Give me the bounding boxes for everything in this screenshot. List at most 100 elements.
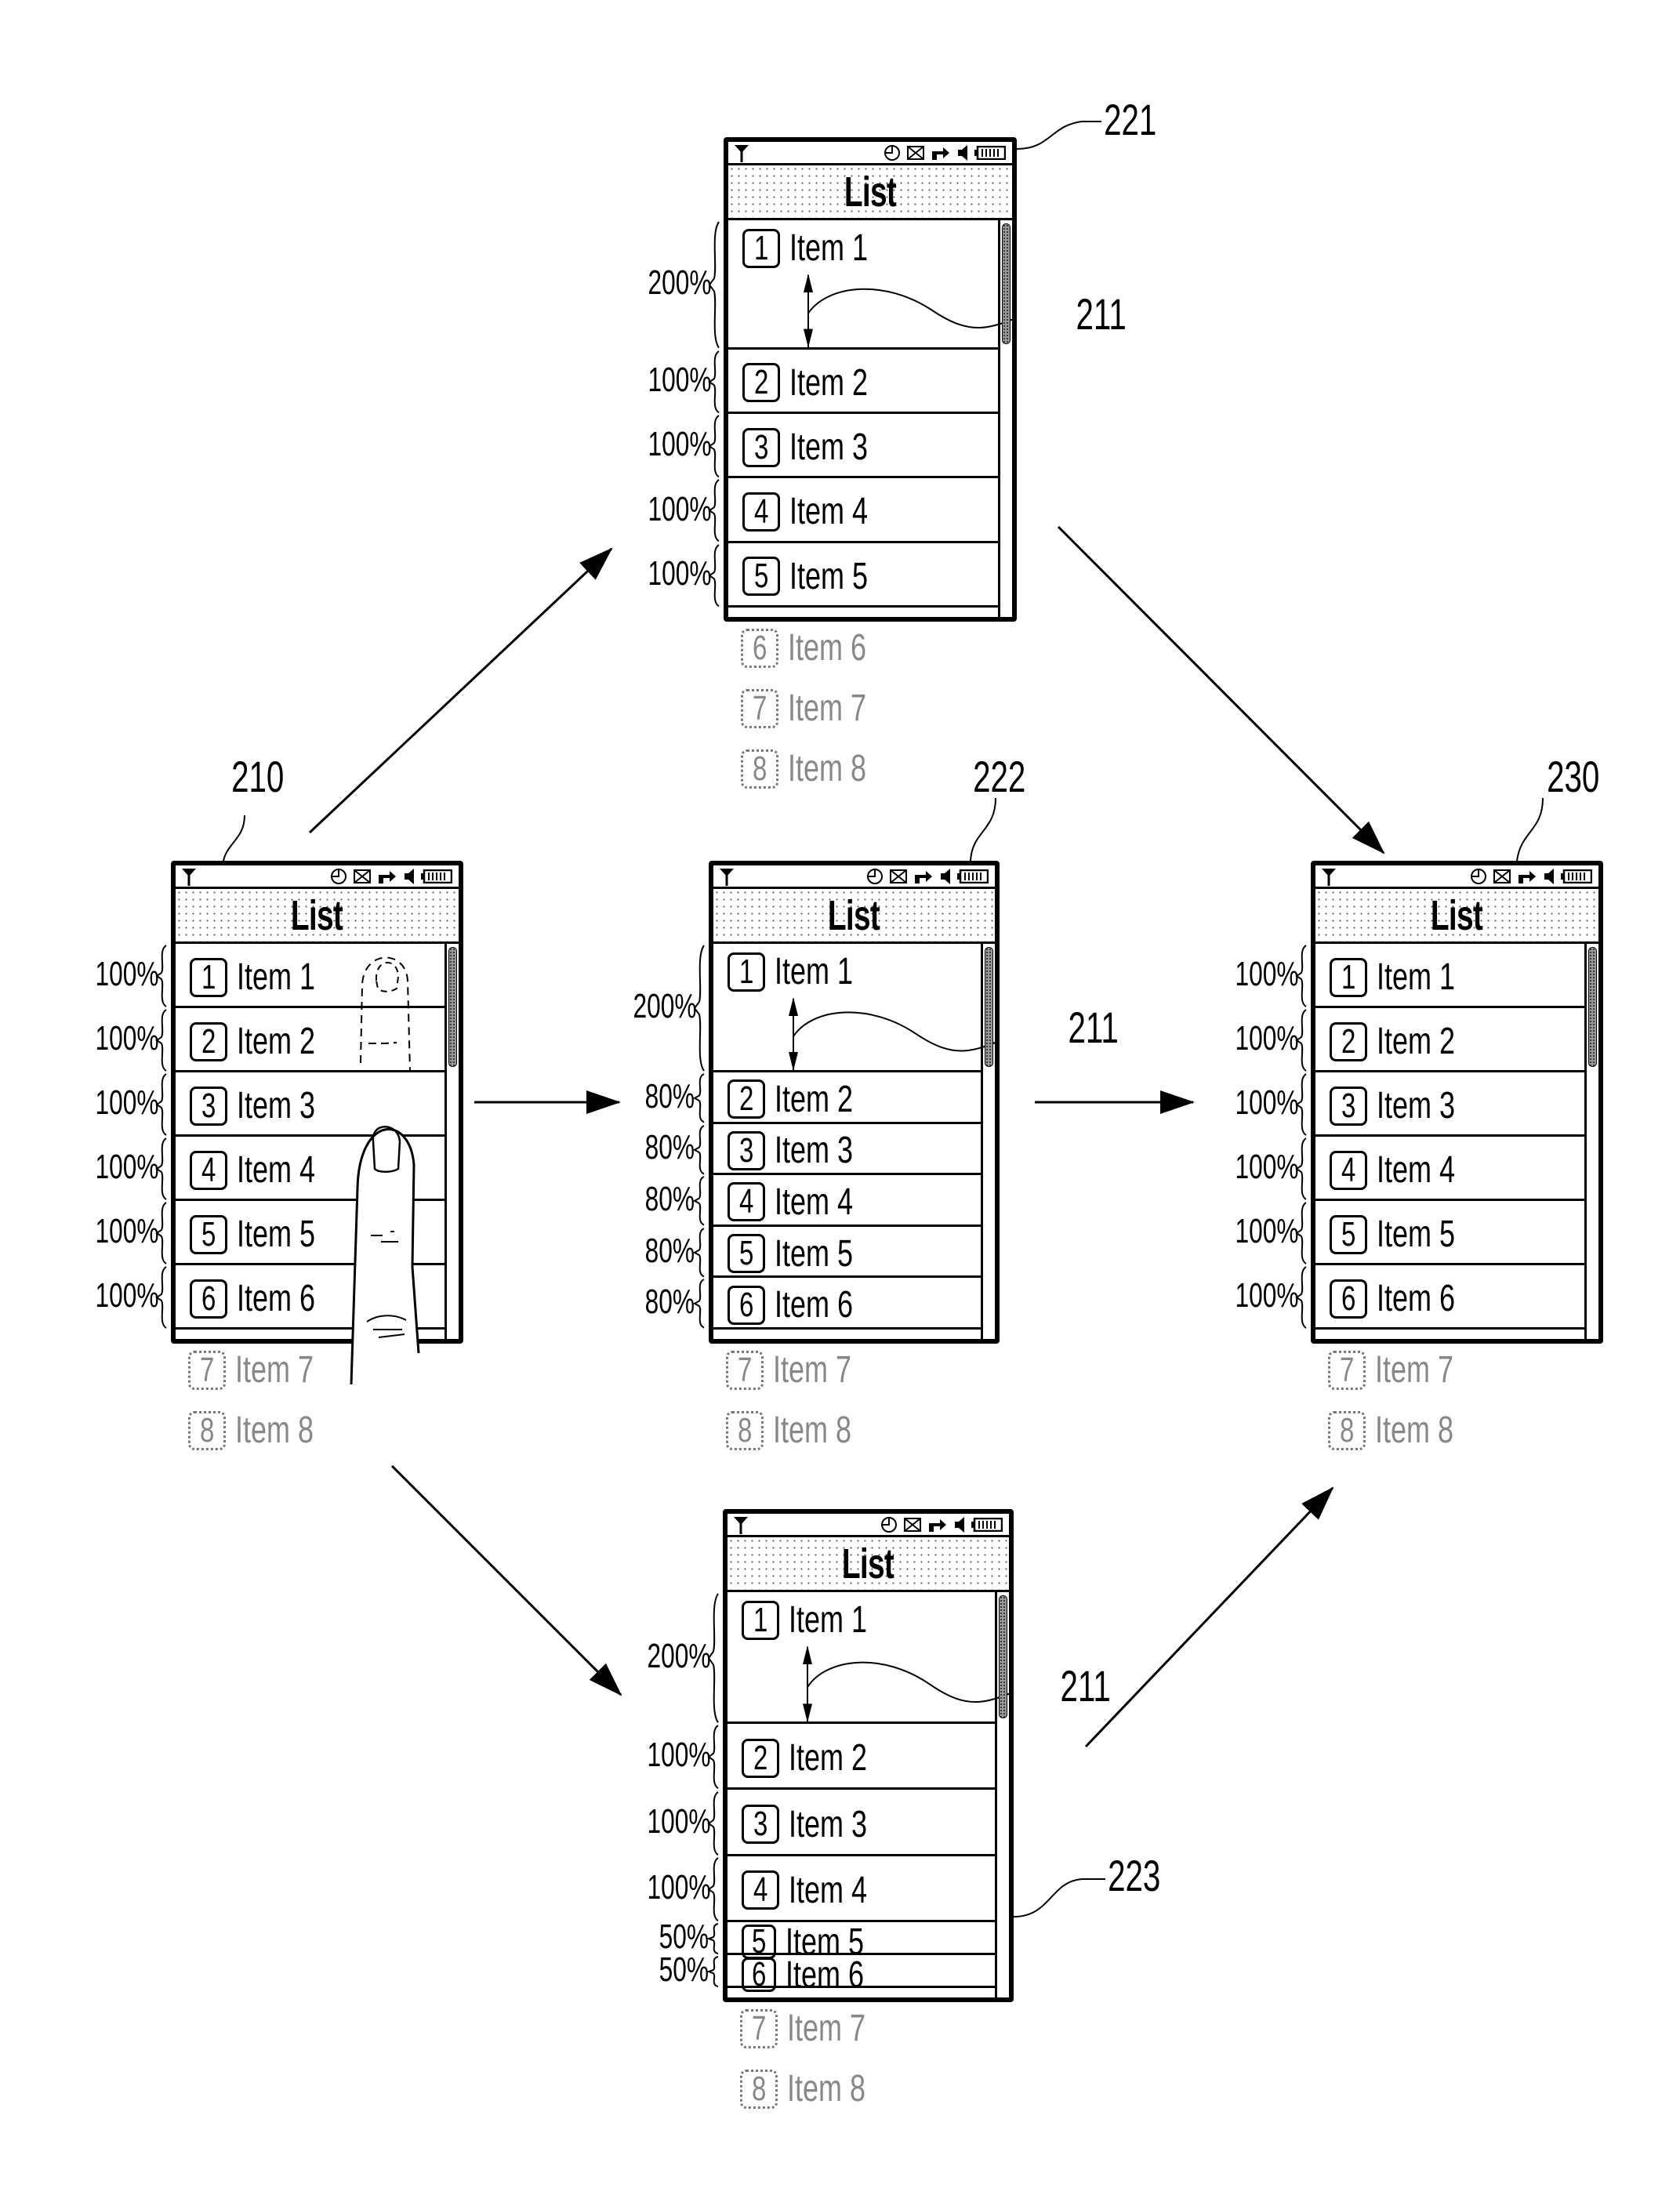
row-height-value: 100% bbox=[647, 1736, 711, 1775]
row-height-value: 100% bbox=[1235, 1276, 1299, 1315]
height-brace bbox=[708, 350, 720, 413]
list-item[interactable]: 4 Item 4 bbox=[1330, 1148, 1481, 1192]
height-brace bbox=[1295, 945, 1307, 1007]
list-item[interactable]: 3 Item 3 bbox=[742, 426, 894, 469]
clock-icon bbox=[866, 868, 884, 890]
list-item[interactable]: 3 Item 3 bbox=[190, 1084, 341, 1127]
list-item[interactable]: 3 Item 3 bbox=[1330, 1084, 1481, 1127]
list-area[interactable]: 1 Item 1 2 Item 2 3 Item 3 4 Item 4 5 Item 5 6 Item… bbox=[1315, 944, 1598, 1339]
item-label-text: Item 4 bbox=[775, 1181, 854, 1223]
list-row[interactable]: 6 Item 6 bbox=[1315, 1265, 1584, 1330]
item-number-badge: 7 bbox=[1328, 1350, 1366, 1390]
list-item[interactable]: 6 Item 6 bbox=[1330, 1277, 1481, 1320]
item-label-text: Item 3 bbox=[789, 426, 869, 469]
list-item[interactable]: 4 Item 4 bbox=[742, 490, 894, 533]
item-number-badge: 5 bbox=[1330, 1214, 1367, 1254]
list-row[interactable]: 2 Item 2 bbox=[713, 1072, 981, 1124]
list-row[interactable]: 1 Item 1 bbox=[1315, 944, 1584, 1008]
list-title: List bbox=[291, 891, 343, 939]
list-item[interactable]: 6 Item 6 bbox=[728, 1283, 879, 1326]
list-row[interactable]: 5 Item 5 bbox=[713, 1227, 981, 1279]
item-label: Item 1 bbox=[1377, 956, 1481, 999]
list-row[interactable]: 2 Item 2 bbox=[728, 1724, 995, 1790]
list-item[interactable]: 3 Item 3 bbox=[728, 1129, 879, 1172]
item-number-badge: 2 bbox=[742, 363, 780, 403]
list-row[interactable]: 6 Item 6 bbox=[713, 1278, 981, 1330]
list-item[interactable]: 2 Item 2 bbox=[742, 1736, 893, 1780]
list-item[interactable]: 1 Item 1 bbox=[190, 956, 341, 999]
list-row[interactable]: 6 Item 6 bbox=[728, 1954, 995, 1996]
list-item[interactable]: 1 Item 1 bbox=[1330, 956, 1481, 999]
list-row[interactable]: 3 Item 3 bbox=[713, 1124, 981, 1176]
row-height-value: 100% bbox=[648, 489, 712, 528]
list-item[interactable]: 3 Item 3 bbox=[742, 1803, 893, 1846]
scrollbar-thumb[interactable] bbox=[985, 947, 993, 1068]
list-item[interactable]: 4 Item 4 bbox=[742, 1869, 893, 1912]
list-item[interactable]: 5 Item 5 bbox=[1330, 1213, 1481, 1256]
scrollbar-thumb[interactable] bbox=[448, 947, 457, 1068]
list-row[interactable]: 5 Item 5 bbox=[728, 1921, 995, 1963]
item-number-badge: 2 bbox=[742, 1738, 779, 1778]
height-brace bbox=[707, 1922, 719, 1954]
item-label: Item 7 bbox=[235, 1348, 339, 1391]
item-number-badge: 8 bbox=[740, 2069, 778, 2109]
item-label: Item 5 bbox=[1377, 1213, 1481, 1256]
row-height-value: 100% bbox=[95, 1083, 159, 1122]
list-item[interactable]: 5 Item 5 bbox=[728, 1232, 879, 1275]
scrollbar[interactable] bbox=[995, 1592, 1009, 1997]
status-icons bbox=[866, 868, 989, 890]
scrollbar[interactable] bbox=[981, 944, 995, 1339]
list-row[interactable]: 4 Item 4 bbox=[1315, 1137, 1584, 1201]
list-title-bar: List bbox=[1315, 889, 1598, 944]
list-item[interactable]: 5 Item 5 bbox=[190, 1213, 341, 1256]
item-number-badge: 5 bbox=[190, 1214, 227, 1254]
scrollbar[interactable] bbox=[998, 220, 1012, 617]
scrollbar[interactable] bbox=[1584, 944, 1598, 1339]
list-row[interactable]: 3 Item 3 bbox=[728, 1790, 995, 1856]
list-item[interactable]: 6 Item 6 bbox=[190, 1277, 341, 1320]
scrollbar-thumb[interactable] bbox=[1002, 223, 1011, 344]
item-label-text: Item 3 bbox=[1377, 1085, 1456, 1127]
scrollbar-thumb[interactable] bbox=[1588, 947, 1597, 1068]
list-row[interactable]: 3 Item 3 bbox=[728, 414, 998, 479]
list-row[interactable]: 3 Item 3 bbox=[1315, 1072, 1584, 1137]
list-item[interactable]: 2 Item 2 bbox=[728, 1078, 879, 1121]
item-number-badge: 5 bbox=[728, 1234, 765, 1274]
list-area[interactable]: 1 Item 1 2 Item 2 3 Item 3 4 Item 4 5 Item 5 6 Ite… bbox=[728, 1592, 1009, 1997]
scrollbar-thumb[interactable] bbox=[999, 1595, 1007, 1719]
list-item[interactable]: 5 Item 5 bbox=[742, 555, 894, 598]
list-area[interactable]: 1 Item 1 2 Item 2 3 Item 3 4 Item 4 5 Item 5 bbox=[728, 220, 1012, 617]
list-row[interactable]: 2 Item 2 bbox=[1315, 1008, 1584, 1072]
scrollbar[interactable] bbox=[444, 944, 459, 1339]
status-icons bbox=[884, 144, 1007, 166]
list-row[interactable]: 2 Item 2 bbox=[728, 350, 998, 414]
list-area[interactable]: 1 Item 1 2 Item 2 3 Item 3 4 Item 4 5 Item 5 6 Ite… bbox=[713, 944, 995, 1339]
row-height-label: 100% bbox=[623, 489, 712, 529]
list-item[interactable]: 4 Item 4 bbox=[190, 1148, 341, 1192]
list-row[interactable]: 4 Item 4 bbox=[728, 478, 998, 543]
item-number: 5 bbox=[1341, 1214, 1356, 1254]
forward-icon bbox=[1517, 869, 1537, 889]
item-label: Item 6 bbox=[1377, 1277, 1481, 1320]
antenna-icon bbox=[732, 1515, 749, 1539]
item-label: Item 2 bbox=[789, 1736, 893, 1780]
list-row[interactable]: 4 Item 4 bbox=[713, 1175, 981, 1227]
arrow-210-to-221 bbox=[308, 547, 613, 834]
row-height-label: 100% bbox=[1210, 1083, 1299, 1123]
item-number-badge: 3 bbox=[742, 1805, 779, 1845]
height-brace bbox=[693, 1124, 705, 1175]
list-row[interactable]: 5 Item 5 bbox=[1315, 1201, 1584, 1265]
row-height-value: 100% bbox=[647, 1867, 711, 1907]
list-item[interactable]: 2 Item 2 bbox=[1330, 1020, 1481, 1063]
ref-label-223: 223 bbox=[1098, 1850, 1170, 1901]
list-item[interactable]: 2 Item 2 bbox=[190, 1020, 341, 1063]
list-item[interactable]: 2 Item 2 bbox=[742, 361, 894, 405]
overflow-list-item: 7 Item 7 bbox=[740, 2007, 891, 2050]
item-number-badge: 7 bbox=[188, 1350, 226, 1390]
list-row[interactable]: 5 Item 5 bbox=[728, 543, 998, 608]
item-label: Item 4 bbox=[789, 1869, 893, 1912]
list-item[interactable]: 6 Item 6 bbox=[742, 1954, 890, 1997]
list-row[interactable]: 4 Item 4 bbox=[728, 1856, 995, 1922]
list-item[interactable]: 4 Item 4 bbox=[728, 1181, 879, 1224]
ref-label-211-c: 211 bbox=[1050, 1660, 1120, 1711]
